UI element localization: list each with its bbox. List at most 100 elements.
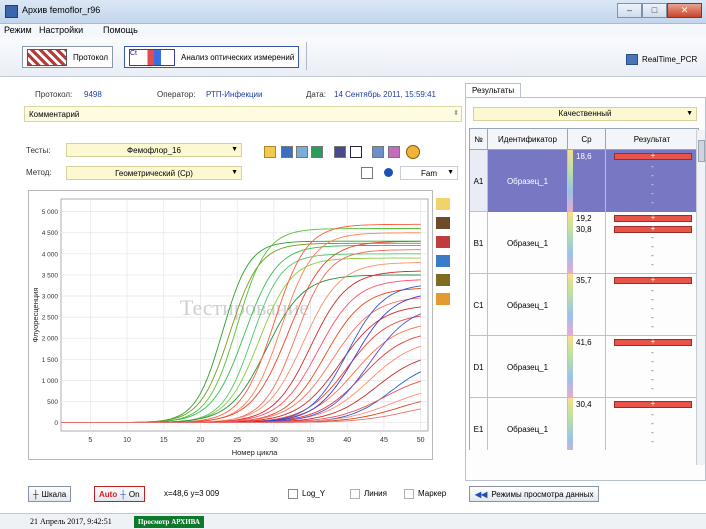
chart-svg: 5 10 15 20 25 30 35 40 45 5005001 0001 5002 0002 … — [31, 198, 429, 457]
result-minus: - — [651, 366, 654, 375]
chart-folder-icon[interactable] — [436, 198, 450, 210]
minimize-button[interactable]: – — [617, 3, 642, 18]
chart-bars-icon[interactable] — [436, 217, 450, 229]
cursor-coords: x=48,6 y=3 009 — [164, 489, 220, 498]
close-button[interactable]: ✕ — [667, 3, 702, 18]
y-tick-label: 2 000 — [42, 336, 59, 343]
save-icon[interactable] — [281, 146, 293, 158]
chevron-down-icon: ▼ — [686, 110, 693, 117]
result-positive-bar: + — [614, 151, 692, 160]
y-tick-label: 0 — [54, 420, 58, 427]
channel-select[interactable]: Fam ▼ — [400, 166, 458, 180]
results-panel: Результаты Качественный ▼ № Идентификато… — [465, 83, 706, 481]
row-result: +----- — [606, 336, 699, 398]
grid-icon[interactable] — [334, 146, 346, 158]
row-well-number: A1 — [470, 150, 488, 212]
multi-select-icon[interactable] — [388, 146, 400, 158]
result-minus: - — [651, 286, 654, 295]
channel-select-value: Fam — [421, 168, 437, 178]
open-folder-icon[interactable] — [264, 146, 276, 158]
result-minus: - — [651, 242, 654, 251]
marker-toggle-icon[interactable] — [361, 167, 373, 179]
row-well-number: E1 — [470, 398, 488, 450]
result-plus: + — [650, 213, 656, 222]
marker-spinner[interactable] — [404, 489, 414, 499]
menu-bar: Режим Настройки Помощь — [0, 24, 706, 37]
result-plus: + — [650, 275, 656, 284]
result-minus: - — [651, 251, 654, 260]
row-cp: 19,2 30,8 — [568, 212, 606, 274]
logy-checkbox[interactable] — [288, 489, 298, 499]
auto-on-button[interactable]: Auto ┼ On — [94, 486, 145, 502]
realtime-pcr-icon — [626, 54, 638, 65]
realtime-pcr-label: RealTime_PCR — [642, 55, 698, 64]
result-mode-select[interactable]: Качественный ▼ — [473, 107, 697, 121]
excel-icon[interactable] — [311, 146, 323, 158]
window-title: Архив femoflor_r96 — [22, 5, 101, 15]
result-minus: - — [651, 322, 654, 331]
result-minus: - — [651, 233, 654, 242]
sort-icon[interactable] — [372, 146, 384, 158]
info-icon[interactable] — [350, 146, 362, 158]
method-select[interactable]: Геометрический (Cp) ▼ — [66, 166, 242, 180]
result-row[interactable]: D1 Образец_1 41,6 + - - - - - — [470, 336, 699, 398]
amplification-chart[interactable]: 5 10 15 20 25 30 35 40 45 50 0 500 1 000 1 500 2 000 2 … — [28, 190, 433, 460]
result-positive-bar: + — [614, 213, 692, 222]
results-scroll-thumb[interactable] — [698, 140, 705, 162]
target-icon[interactable] — [406, 145, 420, 159]
result-row[interactable]: E1Образец_130,4+----- — [470, 398, 699, 450]
result-minus: - — [651, 348, 654, 357]
x-tick-label: 45 — [380, 437, 388, 444]
date-value: 14 Сентябрь 2011, 15:59:41 — [334, 90, 436, 99]
row-cp: 18,6 — [568, 150, 606, 212]
tests-select[interactable]: Фемофлор_16 ▼ — [66, 143, 242, 157]
ct-icon-text: Ct — [130, 49, 137, 57]
comment-scroll-arrows[interactable]: ⬍ — [453, 109, 459, 117]
archive-view-badge: Просмотр АРХИВА — [134, 516, 204, 528]
date-label: Дата: — [306, 90, 326, 99]
y-tick-label: 5 000 — [42, 209, 59, 216]
maximize-button[interactable]: □ — [642, 3, 667, 18]
view-modes-button[interactable]: ◀◀ Режимы просмотра данных — [469, 486, 600, 502]
copy-icon[interactable] — [296, 146, 308, 158]
chart-threshold-icon[interactable] — [436, 274, 450, 286]
result-row[interactable]: B1 Образец_1 19,2 30,8 + + - - - - — [470, 212, 699, 274]
chevron-down-icon: ▼ — [231, 169, 238, 176]
scale-button[interactable]: ┼ Шкала — [28, 486, 72, 502]
scale-label: Шкала — [41, 489, 67, 499]
menu-settings[interactable]: Настройки — [39, 25, 83, 35]
result-plus: + — [650, 224, 656, 233]
result-row[interactable]: C1 Образец_1 35,7 + - - - - - — [470, 274, 699, 336]
crosshair-icon: ┼ — [33, 489, 39, 499]
menu-mode[interactable]: Режим — [4, 25, 32, 35]
chart-sort-icon[interactable] — [436, 255, 450, 267]
y-tick-label: 4 500 — [42, 230, 59, 237]
y-tick-label: 3 000 — [42, 294, 59, 301]
result-minus: - — [651, 357, 654, 366]
protocol-tab-button[interactable]: Протокол — [22, 46, 114, 68]
x-tick-label: 50 — [417, 437, 425, 444]
status-datetime: 21 Апрель 2017, 9:42:51 — [30, 517, 112, 526]
y-tick-label: 500 — [47, 399, 58, 406]
row-result: +----- — [606, 150, 699, 212]
result-minus: - — [651, 375, 654, 384]
line-spinner[interactable] — [350, 489, 360, 499]
results-scrollbar[interactable] — [696, 130, 705, 465]
menu-help[interactable]: Помощь — [103, 25, 138, 35]
realtime-pcr-button[interactable]: RealTime_PCR — [626, 54, 697, 65]
x-tick-label: 20 — [197, 437, 205, 444]
cp-value: 19,2 — [576, 214, 592, 223]
results-tab[interactable]: Результаты — [465, 83, 522, 97]
result-minus: - — [651, 180, 654, 189]
result-plus: + — [650, 337, 656, 346]
results-table-body: A1 Образец_1 18,6 + - - - - - B1 Образец_1 19,2 30,8… — [469, 150, 699, 450]
analysis-tab-button[interactable]: Ct Анализ оптических измерений — [124, 46, 300, 68]
result-row[interactable]: A1 Образец_1 18,6 + - - - - - — [470, 150, 699, 212]
crosshair-icon: ┼ — [120, 489, 126, 499]
header-number: № — [470, 129, 488, 149]
result-minus: - — [606, 446, 699, 450]
chart-peaks-icon[interactable] — [436, 236, 450, 248]
chart-histogram-icon[interactable] — [436, 293, 450, 305]
comment-field[interactable]: Комментарий ⬍ — [24, 106, 462, 122]
cp-value: 35,7 — [576, 276, 592, 285]
